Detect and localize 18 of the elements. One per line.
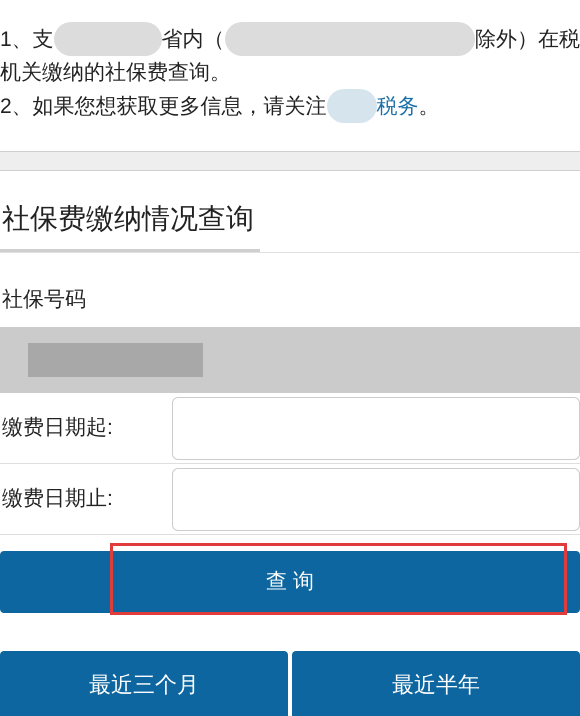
social-security-number-field[interactable] — [0, 327, 580, 393]
section-title: 社保费缴纳情况查询 — [0, 201, 260, 252]
quick-range-button[interactable]: 最近三个月 — [0, 651, 288, 716]
redaction-blur — [326, 89, 377, 123]
tax-link[interactable]: 税务 — [376, 90, 419, 122]
field-label: 缴费日期起: — [1, 415, 114, 442]
notice-text: 机关缴纳的社保费查询。 — [0, 60, 232, 86]
notice-text: 。 — [418, 94, 440, 120]
field-label: 缴费日期止: — [1, 486, 114, 512]
field-label: 社保号码 — [1, 287, 87, 313]
quick-range-button[interactable]: 最近半年 — [292, 651, 580, 716]
notice-text: 2、如果您想获取更多信息，请关注 — [0, 94, 327, 120]
date-field[interactable] — [172, 468, 580, 530]
notice-text: 省内（ — [162, 26, 225, 52]
notice-text: 1、支 — [0, 26, 54, 52]
query-button[interactable]: 查 询 — [0, 551, 580, 613]
notice-text: 除外）在税 — [475, 26, 580, 52]
date-field[interactable] — [172, 396, 580, 460]
